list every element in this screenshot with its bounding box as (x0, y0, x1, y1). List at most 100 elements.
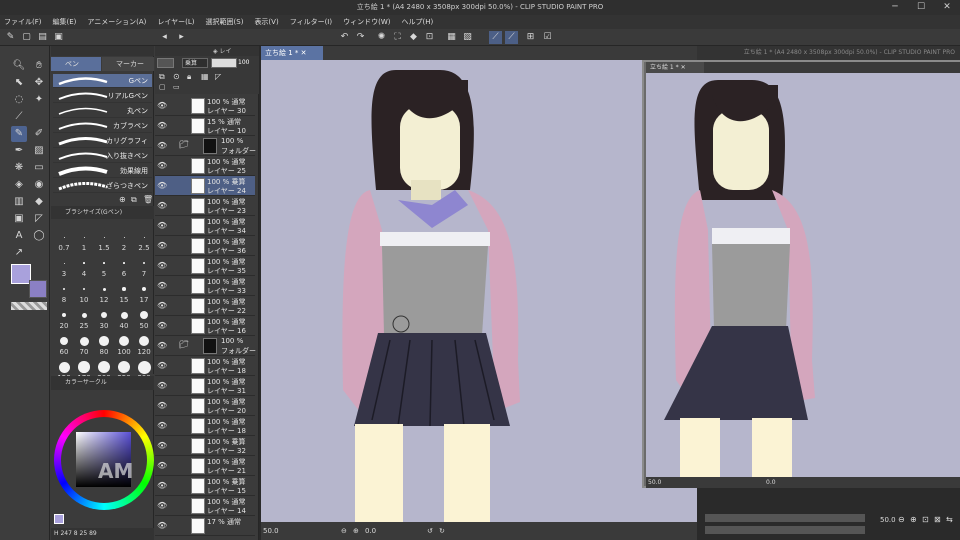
blend-mode-select[interactable]: 乗算 (182, 58, 208, 68)
frame-icon[interactable]: ▣ (11, 211, 27, 227)
brush-size-dot[interactable] (58, 361, 70, 373)
eraser-icon[interactable]: ▭ (31, 160, 47, 176)
brush-size-dot[interactable] (98, 361, 110, 373)
brush-icon[interactable]: ✒ (11, 143, 27, 159)
layer-row[interactable]: 👁︎ 📁︎ 100 % フォルダー (155, 336, 256, 356)
brush-item[interactable]: リアルGペン (53, 89, 152, 103)
brush-item[interactable]: カリグラフィ (53, 134, 152, 148)
minimize-button[interactable]: ─ (882, 0, 908, 15)
brush-size-dot[interactable] (63, 236, 65, 238)
visibility-eye-icon[interactable]: 👁︎ (157, 381, 167, 390)
magic-wand-icon[interactable]: ✦ (31, 92, 47, 108)
layer-row[interactable]: 👁︎ 15 % 通常 レイヤー 10 (155, 116, 255, 136)
brush-size-dot[interactable] (83, 236, 85, 238)
maximize-button[interactable]: ☐ (908, 0, 934, 15)
visibility-eye-icon[interactable]: 👁︎ (157, 201, 167, 210)
new-file-icon[interactable]: ▢ (20, 31, 33, 44)
menu-window[interactable]: ウィンドウ(W) (343, 17, 390, 27)
menu-layer[interactable]: レイヤー(L) (157, 17, 194, 27)
brush-size-dot[interactable] (78, 361, 90, 373)
brush-item[interactable]: Gペン (53, 74, 152, 88)
brush-size-dot[interactable] (123, 262, 125, 264)
panel-expand-icon[interactable]: ▸ (175, 31, 188, 44)
mask-icon[interactable]: ▦ (201, 72, 209, 81)
layer-row[interactable]: 👁︎ 100 % 通常 レイヤー 36 (155, 236, 255, 256)
layer-row[interactable]: 👁︎ 100 % 通常 レイヤー 34 (155, 216, 255, 236)
layer-row[interactable]: 👁︎ 100 % 通常 レイヤー 18 (155, 416, 255, 436)
navigator-fit-icon[interactable]: ⊡ (922, 515, 929, 524)
rotate-right-icon[interactable]: ↻ (439, 522, 445, 540)
navigator-actual-icon[interactable]: ⊠ (934, 515, 941, 524)
decoration-icon[interactable]: ❋ (11, 160, 27, 176)
visibility-eye-icon[interactable]: 👁︎ (157, 301, 167, 310)
snap-special-ruler-icon[interactable]: ⟋ (505, 31, 518, 44)
visibility-eye-icon[interactable]: 👁︎ (157, 461, 167, 470)
lock-icon[interactable]: 🔒︎ (187, 72, 191, 82)
layer-row[interactable]: 👁︎ 100 % 通常 レイヤー 25 (155, 156, 255, 176)
layer-row[interactable]: 👁︎ 100 % 通常 レイヤー 31 (155, 376, 255, 396)
visibility-eye-icon[interactable]: 👁︎ (157, 101, 167, 110)
brush-size-dot[interactable] (138, 335, 150, 347)
brush-size-dot[interactable] (140, 311, 148, 319)
menu-file[interactable]: ファイル(F) (4, 17, 42, 27)
brush-size-dot[interactable] (101, 312, 107, 318)
tab-marker[interactable]: マーカー (102, 57, 154, 71)
hand-icon[interactable]: ✋︎ (31, 58, 47, 74)
reference-icon[interactable]: ⊙ (173, 72, 180, 81)
tab-pen[interactable]: ペン (51, 57, 101, 71)
transform-icon[interactable]: ⛶ (391, 31, 404, 44)
subview-canvas[interactable] (646, 73, 960, 477)
brush-size-dot[interactable] (79, 336, 89, 346)
brush-size-dot[interactable] (142, 287, 146, 291)
brush-size-dot[interactable] (137, 360, 151, 374)
visibility-eye-icon[interactable]: 👁︎ (157, 141, 167, 150)
ruler-icon[interactable]: ◸ (31, 211, 47, 227)
zoom-value[interactable]: 50.0 (263, 527, 279, 535)
brush-item[interactable]: 入り抜きペン (53, 149, 152, 163)
visibility-eye-icon[interactable]: 👁︎ (157, 521, 167, 530)
brush-item[interactable]: ざらつきペン (53, 179, 152, 193)
layer-row[interactable]: 👁︎ 100 % 通常 レイヤー 21 (155, 456, 255, 476)
opacity-slider[interactable] (211, 58, 237, 68)
navigator-zoom[interactable]: 50.0 (880, 516, 896, 524)
visibility-eye-icon[interactable]: 👁︎ (157, 501, 167, 510)
brush-size-dot[interactable] (99, 336, 109, 346)
angle-value[interactable]: 0.0 (365, 522, 376, 540)
brush-size-dot[interactable] (143, 262, 145, 264)
folder-icon[interactable]: 📁︎ (179, 340, 189, 349)
subview-angle[interactable]: 0.0 (766, 477, 776, 488)
snap-grid-icon[interactable]: ⊞ (524, 31, 537, 44)
canvas-paper[interactable] (261, 60, 697, 522)
deselect-icon[interactable]: ▧ (461, 31, 474, 44)
layer-row[interactable]: 👁︎ 100 % 通常 レイヤー 33 (155, 276, 255, 296)
eyedropper-icon[interactable]: ⟋ (11, 109, 27, 125)
visibility-eye-icon[interactable]: 👁︎ (157, 221, 167, 230)
open-file-icon[interactable]: ▤ (36, 31, 49, 44)
brush-size-dot[interactable] (120, 311, 128, 319)
airbrush-icon[interactable]: ▨ (31, 143, 47, 159)
clip-icon[interactable]: ⧉ (159, 72, 165, 82)
blend-icon[interactable]: ◈ (11, 177, 27, 193)
document-tab[interactable]: 立ち絵 1 * ✕ (261, 46, 323, 60)
delete-subtool-icon[interactable]: 🗑︎ (143, 195, 153, 204)
save-icon[interactable]: ▣ (52, 31, 65, 44)
layer-row[interactable]: 👁︎ 100 % 通常 レイヤー 30 (155, 96, 255, 116)
layer-row[interactable]: 👁︎ 100 % 通常 レイヤー 20 (155, 396, 255, 416)
pen-icon[interactable]: ✎ (11, 126, 27, 142)
menu-animation[interactable]: アニメーション(A) (87, 17, 146, 27)
fill-tool-icon[interactable]: ◉ (31, 177, 47, 193)
brush-item[interactable]: 効果線用 (53, 164, 152, 178)
menu-filter[interactable]: フィルター(I) (290, 17, 332, 27)
brush-size-dot[interactable] (103, 236, 105, 238)
undo-icon[interactable]: ↶ (338, 31, 351, 44)
zoom-out-icon[interactable]: ⊖ (341, 522, 347, 540)
brush-size-dot[interactable] (63, 262, 65, 264)
rotate-left-icon[interactable]: ↺ (427, 522, 433, 540)
brush-item[interactable]: 丸ペン (53, 104, 152, 118)
text-icon[interactable]: A (11, 228, 27, 244)
visibility-eye-icon[interactable]: 👁︎ (157, 481, 167, 490)
subview-tab[interactable]: 立ち絵 1 * ✕ (646, 62, 704, 73)
visibility-eye-icon[interactable]: 👁︎ (157, 341, 167, 350)
brush-size-dot[interactable] (103, 262, 105, 264)
menu-edit[interactable]: 編集(E) (53, 17, 77, 27)
